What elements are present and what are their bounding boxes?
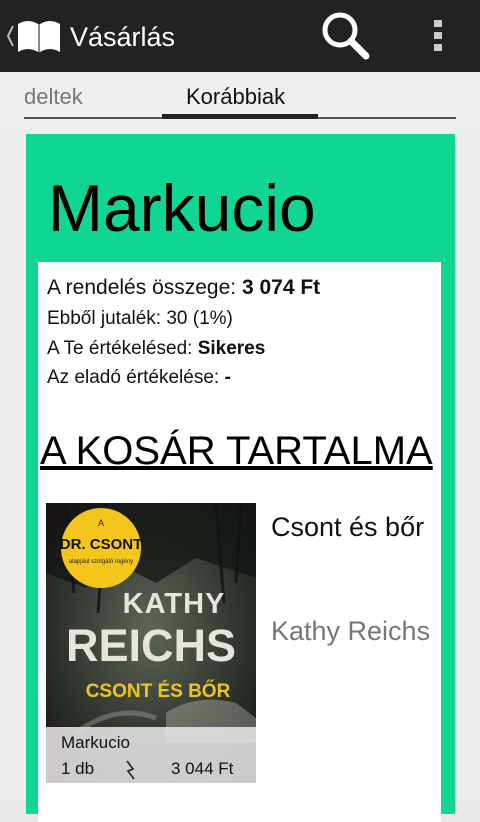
lightning-icon — [126, 760, 135, 780]
tab-previous[interactable]: deltek — [24, 84, 83, 110]
order-card: Markucio A rendelés összege: 3 074 Ft Eb… — [26, 134, 455, 822]
tab-previous-orders[interactable]: Korábbiak — [186, 84, 285, 110]
order-content[interactable]: Markucio A rendelés összege: 3 074 Ft Eb… — [0, 122, 480, 822]
seller-rating-value: - — [224, 367, 231, 388]
cover-author-last: REICHS — [66, 620, 236, 671]
your-rating-value: Sikeres — [197, 338, 266, 359]
cover-badge-main: DR. CSONT — [60, 536, 143, 553]
tab-selected-indicator — [162, 114, 318, 119]
order-reward: Ebből jutalék: 30 (1%) — [47, 308, 233, 329]
your-rating-label: A Te értékelésed: — [47, 338, 198, 359]
book-author[interactable]: Kathy Reichs — [271, 614, 431, 648]
cover-badge-sub: alapjául szolgáló regény — [69, 559, 133, 565]
cover-title: CSONT ÉS BŐR — [86, 680, 231, 702]
cover-author-first: KATHY — [123, 588, 226, 620]
action-bar: Vásárlás — [0, 0, 480, 72]
search-icon[interactable] — [318, 10, 374, 62]
cart-heading: A KOSÁR TARTALMA — [40, 429, 433, 473]
your-rating: A Te értékelésed: Sikeres — [47, 338, 265, 360]
cart-item-seller: Markucio — [61, 733, 130, 752]
cart-item-overlay: Markucio 1 db 3 044 Ft — [46, 727, 256, 783]
open-book-icon[interactable] — [16, 16, 62, 56]
seller-name: Markucio — [48, 171, 316, 245]
order-details: A rendelés összege: 3 074 Ft Ebből jutal… — [38, 262, 441, 822]
page-title: Vásárlás — [70, 22, 176, 52]
chevron-left-icon[interactable] — [5, 22, 15, 50]
cover-badge-small: A — [98, 518, 104, 528]
cart-item-price: 3 044 Ft — [171, 759, 234, 778]
tab-bar: deltek Korábbiak — [0, 72, 480, 122]
order-total-label: A rendelés összege: — [47, 276, 242, 299]
book-title[interactable]: Csont és bőr — [271, 510, 431, 544]
more-vertical-icon[interactable] — [424, 14, 452, 58]
order-total-value: 3 074 Ft — [241, 276, 321, 299]
order-total: A rendelés összege: 3 074 Ft — [47, 276, 320, 300]
book-cover[interactable]: A DR. CSONT alapjául szolgáló regény KAT… — [46, 503, 256, 783]
seller-rating-label: Az eladó értékelése: — [47, 367, 225, 388]
seller-rating: Az eladó értékelése: - — [47, 367, 231, 389]
cart-item-quantity: 1 db — [61, 759, 95, 778]
